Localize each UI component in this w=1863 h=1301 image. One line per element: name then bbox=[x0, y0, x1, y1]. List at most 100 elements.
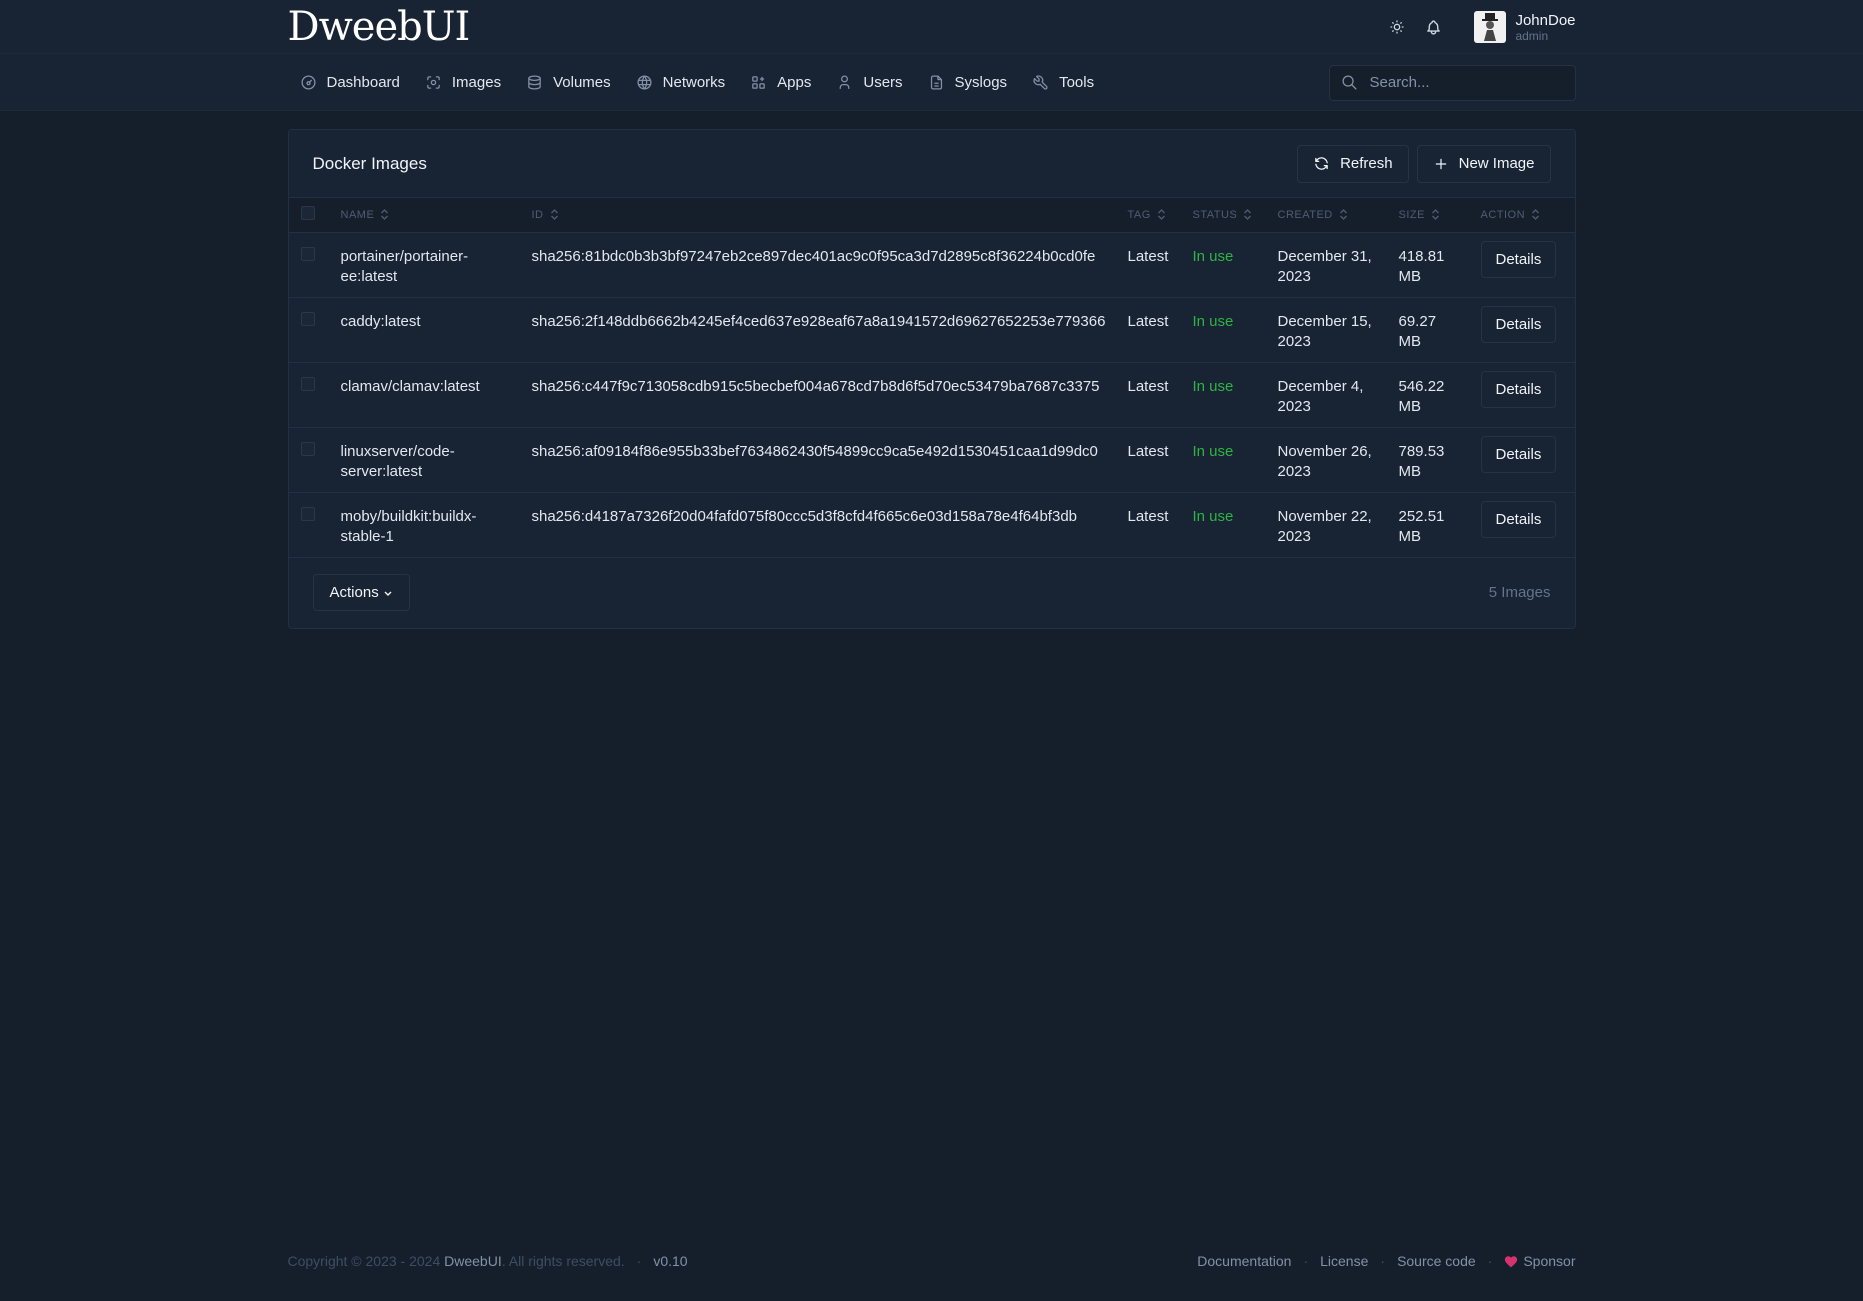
search-box bbox=[1328, 64, 1576, 101]
status-badge: In use bbox=[1192, 312, 1234, 330]
sort-icon bbox=[1431, 209, 1439, 221]
image-tag: Latest bbox=[1127, 312, 1169, 330]
nav-item-images[interactable]: Images bbox=[425, 74, 501, 91]
new-image-label: New Image bbox=[1458, 155, 1535, 172]
row-checkbox[interactable] bbox=[300, 441, 315, 456]
footer-brand-link[interactable]: DweebUI bbox=[444, 1253, 502, 1269]
image-id: sha256:d4187a7326f20d04fafd075f80ccc5d3f… bbox=[531, 507, 1078, 525]
sort-icon bbox=[1157, 209, 1165, 221]
image-id: sha256:af09184f86e955b33bef7634862430f54… bbox=[531, 442, 1098, 460]
documentation-link[interactable]: Documentation bbox=[1197, 1253, 1291, 1269]
table-row: caddy:latest sha256:2f148ddb6662b4245ef4… bbox=[288, 297, 1575, 362]
heart-icon bbox=[1505, 1255, 1518, 1267]
sponsor-link[interactable]: Sponsor bbox=[1504, 1253, 1576, 1269]
images-table: NAME ID TAG STATUS CREATED SIZE ACTION p… bbox=[288, 198, 1575, 558]
nav-label: Users bbox=[863, 74, 903, 91]
user-name: JohnDoe bbox=[1515, 11, 1576, 29]
refresh-label: Refresh bbox=[1340, 155, 1393, 172]
sort-icon bbox=[1339, 209, 1347, 221]
version-link[interactable]: v0.10 bbox=[653, 1253, 687, 1269]
file-icon bbox=[930, 75, 942, 90]
user-role: admin bbox=[1515, 28, 1549, 43]
column-header-created[interactable]: CREATED bbox=[1278, 198, 1399, 232]
dashboard-icon bbox=[300, 75, 316, 90]
image-id: sha256:c447f9c713058cdb915c5becbef004a67… bbox=[531, 377, 1100, 395]
nav-bar: Dashboard Images Volumes Networks Apps U… bbox=[0, 54, 1863, 111]
column-header-id[interactable]: ID bbox=[532, 198, 1128, 232]
row-checkbox[interactable] bbox=[300, 506, 315, 521]
search-input[interactable] bbox=[1369, 74, 1550, 91]
refresh-button[interactable]: Refresh bbox=[1297, 144, 1409, 183]
card-header: Docker Images Refresh New Image bbox=[288, 130, 1575, 198]
table-row: linuxserver/code-server:latest sha256:af… bbox=[288, 427, 1575, 492]
status-badge: In use bbox=[1192, 247, 1234, 265]
user-menu[interactable]: JohnDoe admin bbox=[1474, 11, 1576, 43]
license-link[interactable]: License bbox=[1320, 1253, 1368, 1269]
actions-label: Actions bbox=[329, 584, 379, 601]
image-size: 418.81 MB bbox=[1398, 247, 1445, 285]
nav-label: Images bbox=[451, 74, 502, 91]
app-logo[interactable]: DweebUI bbox=[288, 0, 471, 54]
tool-icon bbox=[1033, 75, 1048, 90]
user-icon bbox=[839, 75, 850, 89]
sort-icon bbox=[550, 209, 558, 221]
nav-item-tools[interactable]: Tools bbox=[1032, 74, 1094, 91]
details-button[interactable]: Details bbox=[1480, 305, 1557, 343]
top-header: DweebUI JohnDoe admin bbox=[0, 0, 1863, 54]
image-size: 546.22 MB bbox=[1398, 377, 1445, 415]
image-created: December 4, 2023 bbox=[1277, 377, 1364, 415]
sun-icon[interactable] bbox=[1388, 18, 1406, 36]
nav-label: Networks bbox=[662, 74, 726, 91]
copyright-text: Copyright © 2023 - 2024 DweebUI. All rig… bbox=[287, 1253, 625, 1269]
nav-item-syslogs[interactable]: Syslogs bbox=[928, 74, 1008, 91]
main-nav: Dashboard Images Volumes Networks Apps U… bbox=[300, 74, 1120, 91]
image-tag: Latest bbox=[1127, 442, 1169, 460]
details-button[interactable]: Details bbox=[1480, 435, 1557, 473]
nav-item-dashboard[interactable]: Dashboard bbox=[300, 74, 400, 91]
details-button[interactable]: Details bbox=[1480, 500, 1557, 538]
search-icon bbox=[1341, 75, 1357, 90]
card-footer: Actions 5 Images bbox=[289, 558, 1575, 628]
row-checkbox[interactable] bbox=[300, 376, 315, 391]
column-header-status[interactable]: STATUS bbox=[1193, 198, 1278, 232]
nav-item-users[interactable]: Users bbox=[836, 74, 903, 91]
table-row: clamav/clamav:latest sha256:c447f9c71305… bbox=[288, 362, 1575, 427]
images-card: Docker Images Refresh New Image NAME ID … bbox=[287, 129, 1576, 629]
column-header-action[interactable]: ACTION bbox=[1481, 198, 1575, 232]
nav-label: Tools bbox=[1059, 74, 1095, 91]
nav-label: Dashboard bbox=[326, 74, 400, 91]
row-checkbox[interactable] bbox=[300, 311, 315, 326]
nav-item-volumes[interactable]: Volumes bbox=[526, 74, 611, 91]
sort-icon bbox=[1244, 209, 1252, 221]
nav-label: Syslogs bbox=[954, 74, 1008, 91]
image-name: portainer/portainer-ee:latest bbox=[340, 247, 469, 285]
status-badge: In use bbox=[1192, 377, 1234, 395]
details-button[interactable]: Details bbox=[1480, 240, 1557, 278]
image-created: November 22, 2023 bbox=[1277, 507, 1372, 545]
avatar bbox=[1474, 11, 1507, 43]
page-footer: Copyright © 2023 - 2024 DweebUI. All rig… bbox=[287, 1253, 1576, 1269]
images-icon bbox=[427, 76, 440, 89]
details-button[interactable]: Details bbox=[1480, 370, 1557, 408]
database-icon bbox=[528, 75, 541, 90]
image-id: sha256:2f148ddb6662b4245ef4ced637e928eaf… bbox=[531, 312, 1106, 330]
image-name: clamav/clamav:latest bbox=[340, 377, 480, 395]
column-header-name[interactable]: NAME bbox=[341, 198, 532, 232]
nav-item-networks[interactable]: Networks bbox=[636, 74, 726, 91]
select-all-checkbox[interactable] bbox=[300, 206, 315, 221]
image-created: December 15, 2023 bbox=[1277, 312, 1372, 350]
column-header-size[interactable]: SIZE bbox=[1399, 198, 1481, 232]
sort-icon bbox=[381, 209, 389, 221]
image-id: sha256:81bdc0b3b3bf97247eb2ce897dec401ac… bbox=[531, 247, 1096, 265]
bell-icon[interactable] bbox=[1424, 18, 1442, 36]
row-checkbox[interactable] bbox=[300, 246, 315, 261]
new-image-button[interactable]: New Image bbox=[1416, 144, 1551, 183]
image-name: moby/buildkit:buildx-stable-1 bbox=[340, 507, 477, 545]
image-count: 5 Images bbox=[1488, 584, 1551, 601]
image-size: 252.51 MB bbox=[1398, 507, 1445, 545]
actions-dropdown-button[interactable]: Actions bbox=[312, 574, 410, 611]
source-code-link[interactable]: Source code bbox=[1397, 1253, 1476, 1269]
column-header-tag[interactable]: TAG bbox=[1128, 198, 1193, 232]
nav-item-apps[interactable]: Apps bbox=[750, 74, 811, 91]
plus-icon bbox=[1435, 158, 1446, 169]
